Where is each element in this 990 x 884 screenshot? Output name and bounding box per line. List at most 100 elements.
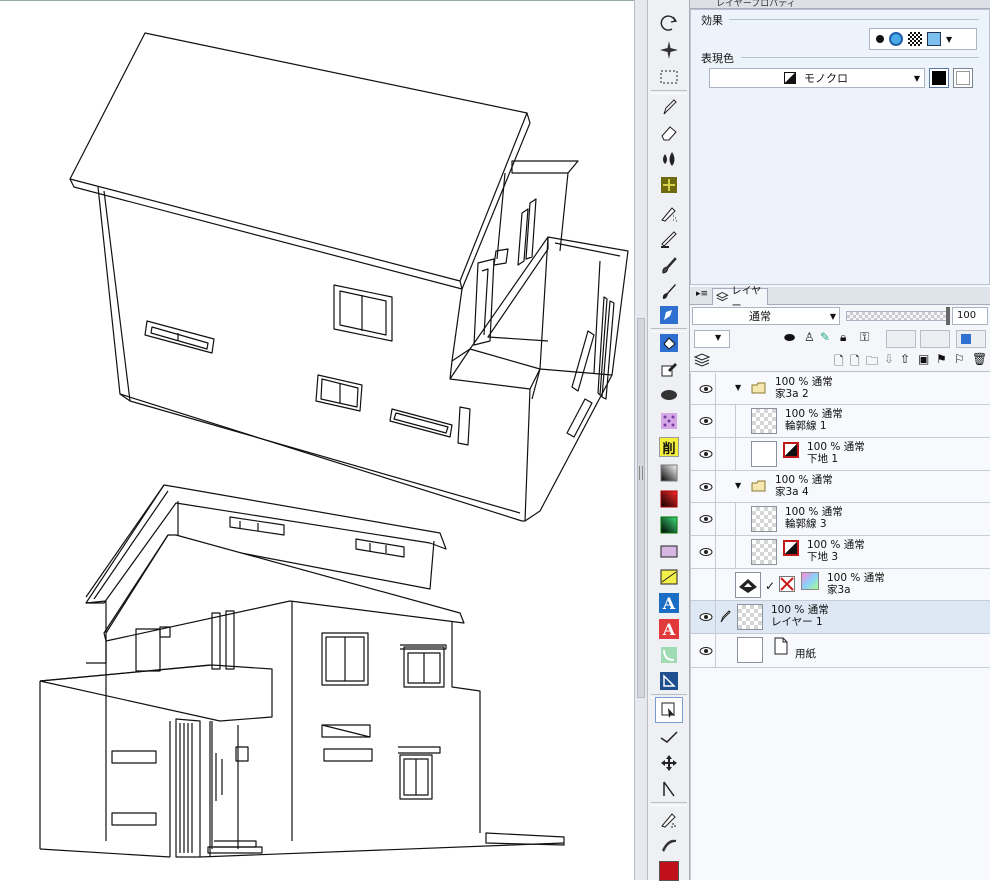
layer-row-folder[interactable]: ▼ 100 % 通常 家3a 4 [691, 471, 990, 503]
blend-icon[interactable] [655, 226, 683, 252]
canvas-scrollbar[interactable] [637, 318, 645, 698]
transform-icon[interactable] [655, 776, 683, 802]
eraser-icon[interactable] [655, 120, 683, 146]
layer-thumbnail [751, 506, 777, 532]
layer-opacity-mode: 100 % 通常 [785, 506, 843, 518]
balloon-layer-icon[interactable]: ⚐ [954, 352, 965, 366]
eye-icon[interactable] [699, 612, 713, 622]
layer-attribute-row: ▼ ⬬ ♙ ✎ 🔒︎ ⚿ [690, 328, 990, 350]
color-expression-icon [801, 572, 819, 590]
frame-icon[interactable] [655, 538, 683, 564]
mask-icon[interactable]: ▣ [918, 352, 929, 366]
flag-icon[interactable]: ⚑ [936, 352, 947, 366]
layer-row[interactable]: 100 % 通常 下地 3 [691, 536, 990, 569]
fill-pen-icon[interactable] [655, 278, 683, 304]
line-correct-icon[interactable] [655, 724, 683, 750]
stroke-icon[interactable] [655, 832, 683, 858]
opacity-slider-handle[interactable] [946, 307, 950, 325]
layers-icon[interactable] [694, 353, 710, 367]
layer-row-paper[interactable]: 用紙 [691, 634, 990, 668]
new-vector-layer-icon[interactable]: 🗋︎ [850, 352, 860, 373]
delete-icon[interactable]: 削 [655, 434, 683, 460]
mask-dropdown[interactable] [886, 330, 916, 348]
text-blue-icon[interactable]: A [655, 590, 683, 616]
airbrush-icon[interactable] [655, 200, 683, 226]
eye-icon[interactable] [699, 514, 713, 524]
new-folder-icon[interactable]: 🗀︎ [866, 352, 878, 373]
folder-collapse-icon[interactable]: ▼ [735, 481, 741, 490]
reference-icon[interactable]: ♙ [804, 330, 815, 344]
new-raster-layer-icon[interactable]: 🗋︎ [834, 352, 844, 373]
gradient-red-icon[interactable] [655, 486, 683, 512]
layer-row-folder[interactable]: ▼ 100 % 通常 家3a 2 [691, 373, 990, 405]
draft-icon[interactable]: ✎ [820, 330, 830, 344]
panel-divider[interactable] [634, 0, 648, 880]
chevron-down-icon[interactable]: ▼ [946, 35, 952, 44]
drops-icon[interactable] [655, 146, 683, 172]
eye-icon[interactable] [699, 646, 713, 656]
clipping-icon[interactable]: ⬬ [784, 331, 795, 346]
layer-row[interactable]: 100 % 通常 輪郭線 1 [691, 405, 990, 438]
opacity-slider[interactable] [846, 311, 948, 321]
layer-color-mode-dropdown[interactable] [956, 330, 986, 348]
layer-tab-bar: ▸≡ レイヤー [690, 286, 990, 312]
eye-icon[interactable] [699, 482, 713, 492]
texture-effect-icon[interactable] [908, 32, 922, 46]
pen-tool-icon[interactable] [655, 302, 683, 328]
white-color-swatch[interactable] [953, 68, 973, 88]
layer-row-3d[interactable]: ✓ 100 % 通常 家3a [691, 569, 990, 601]
transfer-icon[interactable]: ⇧ [900, 352, 910, 366]
ruler-icon[interactable] [655, 564, 683, 590]
rotate-icon[interactable] [655, 10, 683, 36]
eye-icon[interactable] [699, 547, 713, 557]
lock-icon[interactable]: 🔒︎ [840, 330, 846, 345]
move-icon[interactable] [655, 750, 683, 776]
eyedropper-icon[interactable] [655, 356, 683, 382]
expression-dropdown[interactable]: モノクロ ▼ [709, 68, 925, 88]
eye-icon[interactable] [699, 449, 713, 459]
merge-down-icon[interactable]: ⇩ [884, 352, 894, 366]
object-icon[interactable] [655, 697, 683, 723]
triangle-ruler-icon[interactable] [655, 668, 683, 694]
resize-grip[interactable] [639, 466, 643, 480]
eye-icon[interactable] [699, 384, 713, 394]
layer-name: 輪郭線 3 [785, 518, 827, 530]
gradient-icon[interactable] [655, 460, 683, 486]
selection-icon[interactable] [655, 64, 683, 90]
lock-transparency-icon[interactable]: ⚿ [860, 330, 869, 345]
layer-name: 家3a [827, 584, 851, 596]
brush-icon[interactable] [655, 252, 683, 278]
layer-color-dropdown[interactable]: ▼ [694, 330, 730, 348]
expression-label: 表現色 [701, 52, 734, 65]
drawing-canvas[interactable] [0, 0, 634, 880]
ruler-dropdown[interactable] [920, 330, 950, 348]
effect-buttons[interactable]: ▼ [869, 28, 977, 50]
opacity-input[interactable]: 100 [952, 307, 988, 325]
smudge-icon[interactable] [655, 806, 683, 832]
folder-collapse-icon[interactable]: ▼ [735, 383, 741, 392]
decoration-icon[interactable] [655, 172, 683, 198]
blend-mode-dropdown[interactable]: 通常 ▼ [692, 307, 840, 325]
layer-row[interactable]: 100 % 通常 輪郭線 3 [691, 503, 990, 536]
gradient-green-icon[interactable] [655, 512, 683, 538]
black-color-swatch[interactable] [929, 68, 949, 88]
balloon-icon[interactable] [655, 642, 683, 668]
property-tab-title[interactable]: レイヤープロパティ [716, 0, 796, 9]
check-icon[interactable]: ✓ [765, 579, 775, 593]
eye-icon[interactable] [699, 416, 713, 426]
pen-icon[interactable] [655, 94, 683, 120]
layer-row-selected[interactable]: 100 % 通常 レイヤー 1 [691, 601, 990, 634]
lasso-fill-icon[interactable] [655, 382, 683, 408]
color-icon[interactable] [655, 858, 683, 884]
trash-icon[interactable]: 🗑︎ [972, 352, 987, 366]
pattern-icon[interactable] [655, 408, 683, 434]
border-effect-icon[interactable] [876, 35, 884, 43]
panel-menu-icon[interactable]: ▸≡ [696, 289, 708, 299]
bucket-icon[interactable] [655, 330, 683, 356]
layer-color-icon[interactable] [927, 32, 941, 46]
text-red-icon[interactable]: A [655, 616, 683, 642]
layer-tab[interactable]: レイヤー [712, 286, 768, 312]
layer-row[interactable]: 100 % 通常 下地 1 [691, 438, 990, 471]
sparkle-icon[interactable] [655, 37, 683, 63]
tone-effect-icon[interactable] [889, 32, 903, 46]
